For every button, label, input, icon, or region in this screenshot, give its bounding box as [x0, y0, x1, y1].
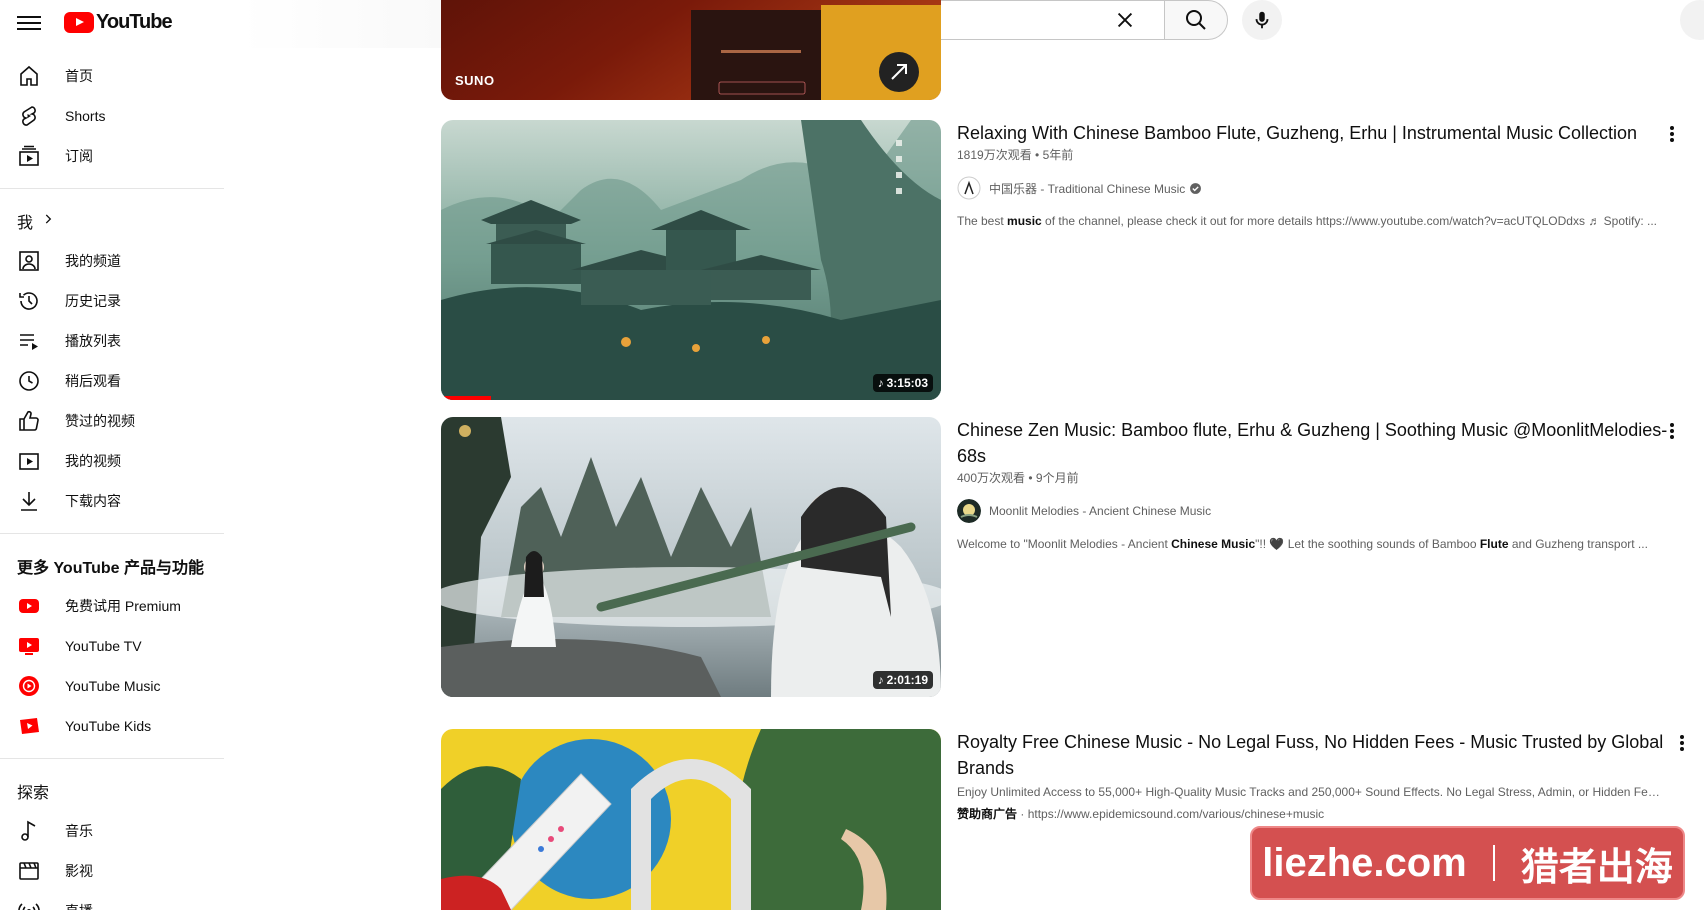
watermark-separator [1492, 845, 1495, 881]
movies-icon [17, 859, 41, 883]
sidebar-item-watch-later[interactable]: 稍后观看 [0, 361, 224, 401]
more-actions-icon[interactable] [1660, 122, 1684, 146]
subscriptions-icon [17, 144, 41, 168]
video-description: The best music of the channel, please ch… [957, 214, 1657, 228]
sidebar-divider [0, 188, 224, 189]
watch-later-icon [17, 369, 41, 393]
youtube-music-icon [17, 674, 41, 698]
video-title[interactable]: Relaxing With Chinese Bamboo Flute, Guzh… [957, 120, 1677, 146]
sidebar-item-liked-videos[interactable]: 赞过的视频 [0, 401, 224, 441]
chevron-right-icon [41, 212, 55, 231]
sidebar-you-header[interactable]: 我 [0, 201, 224, 241]
sidebar-item-movies[interactable]: 影视 [0, 851, 224, 891]
suno-thumbnail-image [441, 0, 941, 100]
youtube-premium-icon [17, 594, 41, 618]
playlist-icon [17, 329, 41, 353]
channel-icon [17, 249, 41, 273]
verified-icon [1190, 182, 1202, 194]
like-icon [17, 409, 41, 433]
search-results: SUNO ♪ 3:15:03 Relaxing With Chinese Bam… [441, 0, 1704, 910]
ad-url[interactable]: https://www.epidemicsound.com/various/ch… [1028, 807, 1324, 821]
video-metadata: 400万次观看 • 9个月前 [957, 471, 1079, 485]
tropical-music-ad-image [441, 729, 941, 910]
sidebar-item-history[interactable]: 历史记录 [0, 281, 224, 321]
flute-player-image [441, 417, 941, 697]
sidebar-divider [0, 533, 224, 534]
sidebar-item-live[interactable]: 直播 [0, 891, 224, 910]
video-title[interactable]: Chinese Zen Music: Bamboo flute, Erhu & … [957, 417, 1677, 469]
menu-icon[interactable] [17, 12, 41, 36]
shorts-icon [17, 104, 41, 128]
more-actions-icon[interactable] [1670, 731, 1694, 755]
ad-title[interactable]: Royalty Free Chinese Music - No Legal Fu… [957, 729, 1677, 781]
more-actions-icon[interactable] [1660, 419, 1684, 443]
home-icon [17, 64, 41, 88]
sidebar-item-premium[interactable]: 免费试用 Premium [0, 586, 224, 626]
download-icon [17, 489, 41, 513]
suno-brand: SUNO [455, 73, 495, 88]
channel-avatar[interactable] [957, 499, 981, 523]
video-info: Relaxing With Chinese Bamboo Flute, Guzh… [957, 120, 1677, 230]
ad-sponsor-line: 赞助商广告 · https://www.epidemicsound.com/va… [957, 807, 1325, 821]
video-thumbnail[interactable]: ♪ 2:01:19 [441, 417, 941, 697]
sidebar-item-youtube-tv[interactable]: YouTube TV [0, 626, 224, 666]
channel-avatar[interactable] [957, 176, 981, 200]
history-icon [17, 289, 41, 313]
site-watermark: liezhe.com 猎者出海 [1250, 826, 1685, 900]
sidebar-item-shorts[interactable]: Shorts [0, 96, 224, 136]
sidebar-item-your-videos[interactable]: 我的视频 [0, 441, 224, 481]
sidebar-item-music[interactable]: 音乐 [0, 811, 224, 851]
watch-progress-bar [441, 396, 491, 400]
sidebar-divider [0, 758, 224, 759]
duration-badge: ♪ 3:15:03 [872, 374, 933, 392]
live-icon [17, 899, 41, 910]
sidebar-item-youtube-kids[interactable]: YouTube Kids [0, 706, 224, 746]
music-icon [17, 819, 41, 843]
ad-description: Enjoy Unlimited Access to 55,000+ High-Q… [957, 785, 1662, 799]
sidebar-item-downloads[interactable]: 下载内容 [0, 481, 224, 521]
duration-badge: ♪ 2:01:19 [872, 671, 933, 689]
video-metadata: 1819万次观看 • 5年前 [957, 148, 1074, 162]
sidebar-item-your-channel[interactable]: 我的频道 [0, 241, 224, 281]
video-thumbnail[interactable]: ♪ 3:15:03 [441, 120, 941, 400]
your-videos-icon [17, 449, 41, 473]
channel-name[interactable]: Moonlit Melodies - Ancient Chinese Music [989, 504, 1211, 518]
channel-info[interactable]: 中国乐器 - Traditional Chinese Music [957, 176, 1677, 200]
video-info: Chinese Zen Music: Bamboo flute, Erhu & … [957, 417, 1677, 553]
sidebar-explore-header: 探索 [17, 785, 50, 802]
channel-name[interactable]: 中国乐器 - Traditional Chinese Music [989, 180, 1185, 197]
sidebar-more-header: 更多 YouTube 产品与功能 [17, 560, 204, 577]
youtube-tv-icon [17, 634, 41, 658]
video-description: Welcome to "Moonlit Melodies - Ancient C… [957, 537, 1648, 551]
ad-thumbnail[interactable] [441, 729, 941, 910]
sponsored-label: 赞助商广告 [957, 807, 1018, 821]
music-note-icon: ♪ [877, 673, 884, 687]
video-thumbnail[interactable]: SUNO [441, 0, 941, 100]
sidebar-item-subscriptions[interactable]: 订阅 [0, 136, 224, 176]
ad-info: Royalty Free Chinese Music - No Legal Fu… [957, 729, 1677, 823]
youtube-logo[interactable]: YouTube [64, 10, 173, 34]
sidebar-item-youtube-music[interactable]: YouTube Music [0, 666, 224, 706]
youtube-kids-icon [17, 714, 41, 738]
channel-info[interactable]: Moonlit Melodies - Ancient Chinese Music [957, 499, 1677, 523]
music-note-icon: ♪ [877, 376, 884, 390]
youtube-play-icon [64, 11, 94, 33]
pagoda-landscape-image [441, 120, 941, 400]
sidebar-item-home[interactable]: 首页 [0, 56, 224, 96]
sidebar-item-playlists[interactable]: 播放列表 [0, 321, 224, 361]
guide-sidebar: 首页 Shorts 订阅 我 我的频道 历史记录 播放列表 稍后观看 赞过的视频… [0, 56, 224, 910]
